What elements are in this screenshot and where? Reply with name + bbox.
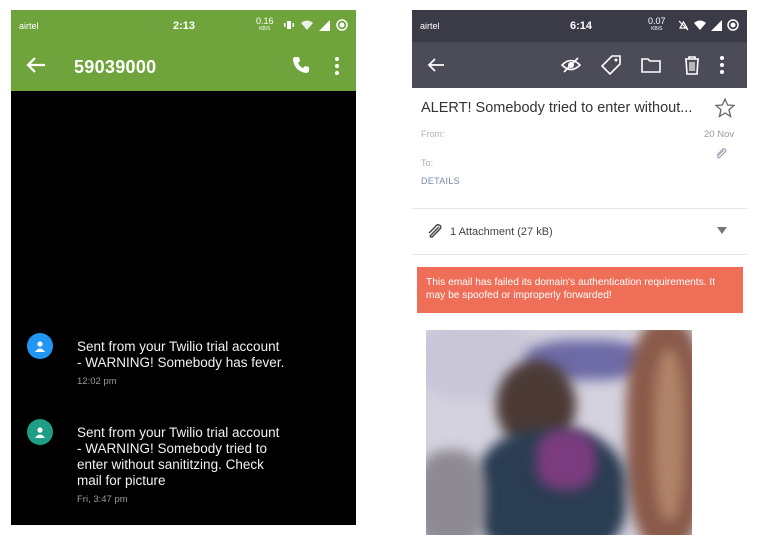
message-text: Sent from your Twilio trial account - WA… bbox=[77, 339, 285, 370]
person-icon bbox=[35, 427, 45, 438]
wifi-icon bbox=[301, 20, 313, 30]
divider bbox=[412, 254, 747, 255]
clock: 6:14 bbox=[570, 20, 593, 32]
person-icon bbox=[35, 341, 45, 352]
star-icon[interactable] bbox=[715, 98, 735, 118]
more-vert-icon[interactable] bbox=[716, 54, 728, 76]
more-vert-icon[interactable] bbox=[331, 56, 343, 76]
status-bar: airtel 6:14 0.07 KB/S bbox=[412, 10, 747, 42]
email-date: 20 Nov bbox=[704, 129, 735, 140]
details-link[interactable]: DETAILS bbox=[421, 176, 460, 186]
attachment-label[interactable]: 1 Attachment (27 kB) bbox=[450, 226, 553, 238]
mute-icon bbox=[678, 20, 689, 30]
to-label: To: bbox=[421, 158, 434, 168]
message-text: Sent from your Twilio trial account - WA… bbox=[77, 425, 280, 488]
battery-icon bbox=[336, 19, 348, 31]
message-time: Fri, 3:47 pm bbox=[77, 494, 128, 505]
tag-icon[interactable] bbox=[600, 54, 622, 76]
status-icons bbox=[283, 19, 348, 31]
message-time: 12:02 pm bbox=[77, 376, 117, 387]
attached-photo[interactable] bbox=[426, 330, 692, 535]
email-screen: airtel 6:14 0.07 KB/S ALERT! Somebody tr… bbox=[412, 10, 747, 540]
vibrate-icon bbox=[284, 21, 294, 29]
email-toolbar bbox=[412, 42, 747, 88]
status-icons bbox=[678, 19, 739, 31]
signal-icon bbox=[319, 19, 330, 31]
avatar bbox=[27, 333, 53, 359]
trash-icon[interactable] bbox=[681, 54, 703, 76]
battery-icon bbox=[727, 19, 739, 31]
carrier-label: airtel bbox=[19, 21, 39, 31]
wifi-icon bbox=[694, 20, 706, 30]
back-arrow-icon[interactable] bbox=[425, 54, 447, 76]
clock: 2:13 bbox=[173, 20, 196, 32]
back-arrow-icon[interactable] bbox=[25, 54, 47, 76]
network-speed: 0.07 KB/S bbox=[648, 16, 666, 33]
status-bar: airtel 2:13 0.16 KB/S bbox=[11, 10, 356, 42]
auth-warning-banner: This email has failed its domain's authe… bbox=[417, 267, 743, 313]
eye-off-icon[interactable] bbox=[560, 54, 582, 76]
signal-icon bbox=[711, 19, 722, 31]
carrier-label: airtel bbox=[420, 21, 440, 31]
phone-icon[interactable] bbox=[291, 55, 311, 75]
avatar bbox=[27, 419, 53, 445]
app-bar: 59039000 bbox=[11, 42, 356, 91]
divider bbox=[412, 208, 747, 209]
paperclip-icon bbox=[428, 224, 442, 238]
email-subject: ALERT! Somebody tried to enter without..… bbox=[421, 100, 693, 116]
paperclip-icon bbox=[716, 148, 727, 159]
contact-number: 59039000 bbox=[74, 57, 157, 77]
from-label: From: bbox=[421, 129, 445, 139]
sms-screen: airtel 2:13 0.16 KB/S 59039000 Sent from… bbox=[11, 10, 356, 525]
chevron-down-icon[interactable] bbox=[717, 227, 727, 235]
folder-icon[interactable] bbox=[640, 54, 662, 76]
network-speed: 0.16 KB/S bbox=[256, 16, 274, 33]
